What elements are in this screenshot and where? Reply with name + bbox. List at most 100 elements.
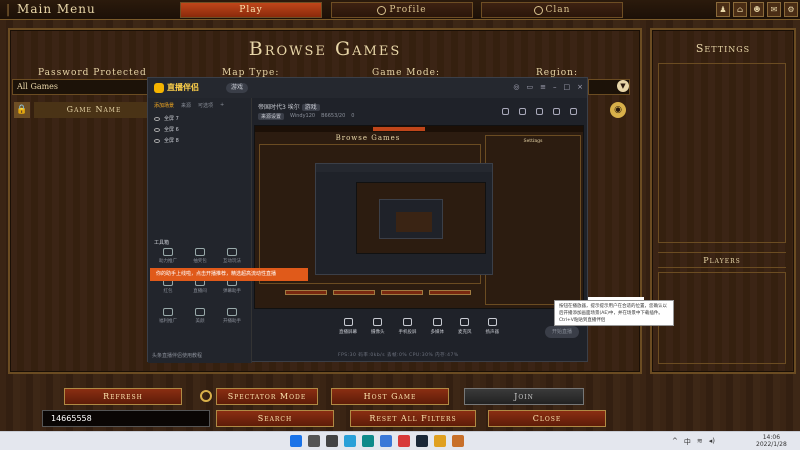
record-icon[interactable]: [536, 108, 543, 115]
input-icon[interactable]: 中: [684, 437, 691, 447]
wifi-icon[interactable]: ≋: [697, 437, 703, 447]
host-game-button[interactable]: Host Game: [331, 388, 449, 405]
toolbox-title: 工具箱: [154, 240, 170, 246]
edge-icon[interactable]: [362, 435, 374, 447]
tab-add-scene[interactable]: 添加场景: [154, 102, 174, 109]
close-button[interactable]: Close: [488, 410, 606, 427]
chevron-up-icon[interactable]: ^: [672, 437, 678, 447]
menu-icon[interactable]: ≡: [540, 83, 546, 91]
tab-clan[interactable]: Clan: [481, 2, 623, 18]
lock-icon[interactable]: 🔒: [14, 102, 30, 118]
settings-list: [658, 63, 786, 243]
stream-preview[interactable]: Browse Games Settings: [254, 125, 644, 309]
folder-icon[interactable]: [434, 435, 446, 447]
toolbar-label: 直播屏幕: [339, 330, 357, 335]
eye-icon[interactable]: [154, 127, 160, 132]
tab-profile[interactable]: Profile: [331, 2, 473, 18]
search-icon[interactable]: [308, 435, 320, 447]
tab-profile-label: Profile: [389, 5, 427, 15]
refresh-button[interactable]: Refresh: [64, 388, 182, 405]
tool-item[interactable]: 抽奖包: [184, 248, 216, 264]
close-icon[interactable]: ×: [577, 83, 583, 91]
toolbar-item[interactable]: 摄像头: [371, 318, 385, 335]
chat-icon[interactable]: ✉: [767, 2, 781, 17]
group-icon[interactable]: ☻: [750, 2, 764, 17]
tool-item[interactable]: 互动玩法: [216, 248, 248, 264]
settings-icon[interactable]: ⚙: [784, 2, 798, 17]
join-button[interactable]: Join: [464, 388, 584, 405]
lock-icon[interactable]: [519, 108, 526, 115]
volume-icon[interactable]: ◂): [709, 437, 715, 447]
hierarchy-icon[interactable]: ⌂: [733, 2, 747, 17]
maximize-icon[interactable]: □: [564, 83, 571, 91]
preview-play-tab: [373, 127, 425, 131]
store-icon[interactable]: [380, 435, 392, 447]
nested-game-preview: [356, 182, 486, 254]
game-icon[interactable]: [452, 435, 464, 447]
reset-filters-button[interactable]: Reset All Filters: [350, 410, 476, 427]
tab-options[interactable]: 可选项: [198, 102, 213, 109]
start-live-button[interactable]: 开始直播: [545, 326, 579, 338]
globe-icon[interactable]: ◉: [610, 102, 626, 118]
clock[interactable]: 14:06 2022/1/28: [756, 434, 787, 448]
tab-source[interactable]: 来源: [181, 102, 191, 109]
add-icon[interactable]: +: [220, 102, 224, 109]
scene-tabs: 添加场景 来源 可选项 +: [148, 98, 251, 113]
settings-title: Settings: [695, 42, 751, 55]
toolbar-item[interactable]: 手机投屏: [399, 318, 417, 335]
scene-item[interactable]: 全屏 8: [148, 135, 251, 146]
windows-icon[interactable]: [290, 435, 302, 447]
toolbar-item[interactable]: 直播屏幕: [339, 318, 357, 335]
help-tooltip: 按钮在播放器，提示提示用户在合适的位置，您确认以后开播添加画面场景(AE)中，并…: [554, 300, 674, 326]
window-controls: ◎ ▭ ≡ – □ ×: [513, 83, 583, 91]
top-icons: ♟ ⌂ ☻ ✉ ⚙: [716, 2, 798, 17]
password-filter-label: Password Protected: [38, 68, 147, 78]
source-toolbar: 直播屏幕 摄像头 手机投屏 多媒体 麦克风 扬声器: [254, 314, 584, 344]
spectator-radio[interactable]: [200, 390, 212, 402]
source-settings-button[interactable]: 来源设置: [258, 113, 285, 120]
layout-icon[interactable]: [502, 108, 509, 115]
message-icon[interactable]: ▭: [527, 83, 534, 91]
stream-meta: 来源设置 Windy120 B6653/20 0: [258, 113, 354, 120]
settings-icon[interactable]: [553, 108, 560, 115]
eye-icon[interactable]: [154, 116, 160, 121]
chevron-down-icon[interactable]: ▼: [617, 80, 629, 92]
spectator-mode-button[interactable]: Spectator Mode: [216, 388, 318, 405]
preview-title: Browse Games: [335, 134, 401, 142]
task-view-icon[interactable]: [326, 435, 338, 447]
tool-label: 抽奖包: [193, 259, 207, 264]
user-icon[interactable]: ◎: [513, 83, 519, 91]
tool-item[interactable]: 美颜: [184, 308, 216, 324]
main-menu-title[interactable]: | Main Menu: [6, 2, 96, 16]
scene-item[interactable]: 全屏 6: [148, 124, 251, 135]
tool-icon: [227, 308, 237, 316]
tool-item[interactable]: 助力推广: [152, 248, 184, 264]
app-icon[interactable]: [398, 435, 410, 447]
toolbox-grid: 助力推广 抽奖包 互动玩法 红包 直播间 弹幕助手 福利推广 美颜 开播助手: [152, 248, 248, 324]
column-game-name[interactable]: Game Name: [34, 102, 154, 118]
app-mode-pill[interactable]: 游戏: [226, 83, 249, 93]
toolbar-item[interactable]: 多媒体: [431, 318, 444, 335]
password-filter-select[interactable]: All Games: [12, 79, 152, 95]
player-icon[interactable]: ♟: [716, 2, 730, 17]
app-sidebar: 添加场景 来源 可选项 + 全屏 7 全屏 6 全屏 8 工具箱 助力推广 抽奖…: [148, 98, 252, 363]
browser-icon[interactable]: [344, 435, 356, 447]
toolbar-item[interactable]: 麦克风: [458, 318, 472, 335]
steam-icon[interactable]: [416, 435, 428, 447]
toolbar-item[interactable]: 扬声器: [486, 318, 499, 335]
tool-item[interactable]: 开播助手: [216, 308, 248, 324]
minimize-icon[interactable]: –: [553, 83, 557, 91]
system-tray: ^ 中 ≋ ◂): [672, 437, 715, 447]
share-icon[interactable]: [570, 108, 577, 115]
search-button[interactable]: Search: [216, 410, 334, 427]
tool-item[interactable]: 福利推广: [152, 308, 184, 324]
eye-icon[interactable]: [154, 138, 160, 143]
tab-play[interactable]: Play: [180, 2, 322, 18]
media-icon: [432, 318, 442, 326]
search-input[interactable]: [42, 410, 210, 427]
page-title: Browse Games: [248, 38, 402, 60]
tool-icon: [195, 248, 205, 256]
scene-item[interactable]: 全屏 7: [148, 113, 251, 124]
tutorial-link[interactable]: 头条直播伴侣使用教程: [152, 352, 202, 359]
promo-banner[interactable]: 你的助手上线啦，点击开播推荐，精选超高流动性直播: [150, 268, 308, 281]
